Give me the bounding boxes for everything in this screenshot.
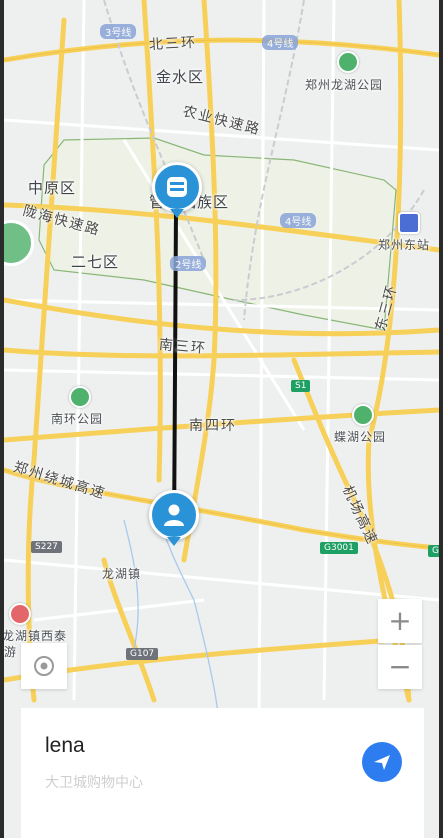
origin-marker[interactable] [152,162,202,212]
highway-shield: G107 [126,648,159,660]
place-label: 游 [4,645,18,659]
subway-station-icon [167,177,187,197]
metro-line-label: 4号线 [280,213,317,228]
place-label: 龙湖镇 [102,567,142,581]
person-icon [164,504,184,526]
zoom-in-label: + [388,604,412,637]
highway-shield: S1 [291,380,311,392]
highway-shield: G3001 [320,542,358,554]
station-poi-icon [398,212,420,234]
locate-button[interactable] [21,643,67,689]
metro-line-label: 3号线 [100,24,137,39]
send-arrow-icon [374,755,390,770]
destination-marker[interactable] [149,490,199,540]
road-label: 南四环 [189,418,237,434]
district-label: 金水区 [156,68,205,86]
park-poi-icon [352,404,374,426]
destination-address: 大卫城购物中心 [45,775,143,791]
park-poi-icon [69,386,91,408]
place-label: 郑州龙湖公园 [305,78,384,92]
map-view[interactable]: 金水区 中原区 管城回族区 二七区 北三环 农业快速路 陇海快速路 南三环 南四… [4,0,439,838]
zoom-in-button[interactable]: + [378,599,422,643]
district-label: 中原区 [28,179,77,197]
place-label: 龙湖镇西泰 [4,629,68,643]
highway-shield: G1 [428,545,439,557]
place-label: 南环公园 [51,412,104,426]
district-label: 二七区 [71,253,120,271]
zoom-out-button[interactable]: − [378,645,422,689]
metro-line-label: 2号线 [170,256,207,271]
zoom-out-label: − [388,650,412,683]
park-poi-icon [337,51,359,73]
poi-icon [9,603,31,625]
road-label: 南三环 [158,336,208,358]
highway-shield: S227 [31,541,62,553]
place-label: 蝶湖公园 [334,430,387,444]
contact-name: lena [45,734,85,757]
locate-target-icon [34,656,54,676]
metro-line-label: 4号线 [262,35,299,50]
road-label: 北三环 [148,34,198,54]
send-button[interactable] [362,742,402,782]
destination-card[interactable]: lena 大卫城购物中心 [21,708,424,838]
place-label: 郑州东站 [378,238,431,252]
